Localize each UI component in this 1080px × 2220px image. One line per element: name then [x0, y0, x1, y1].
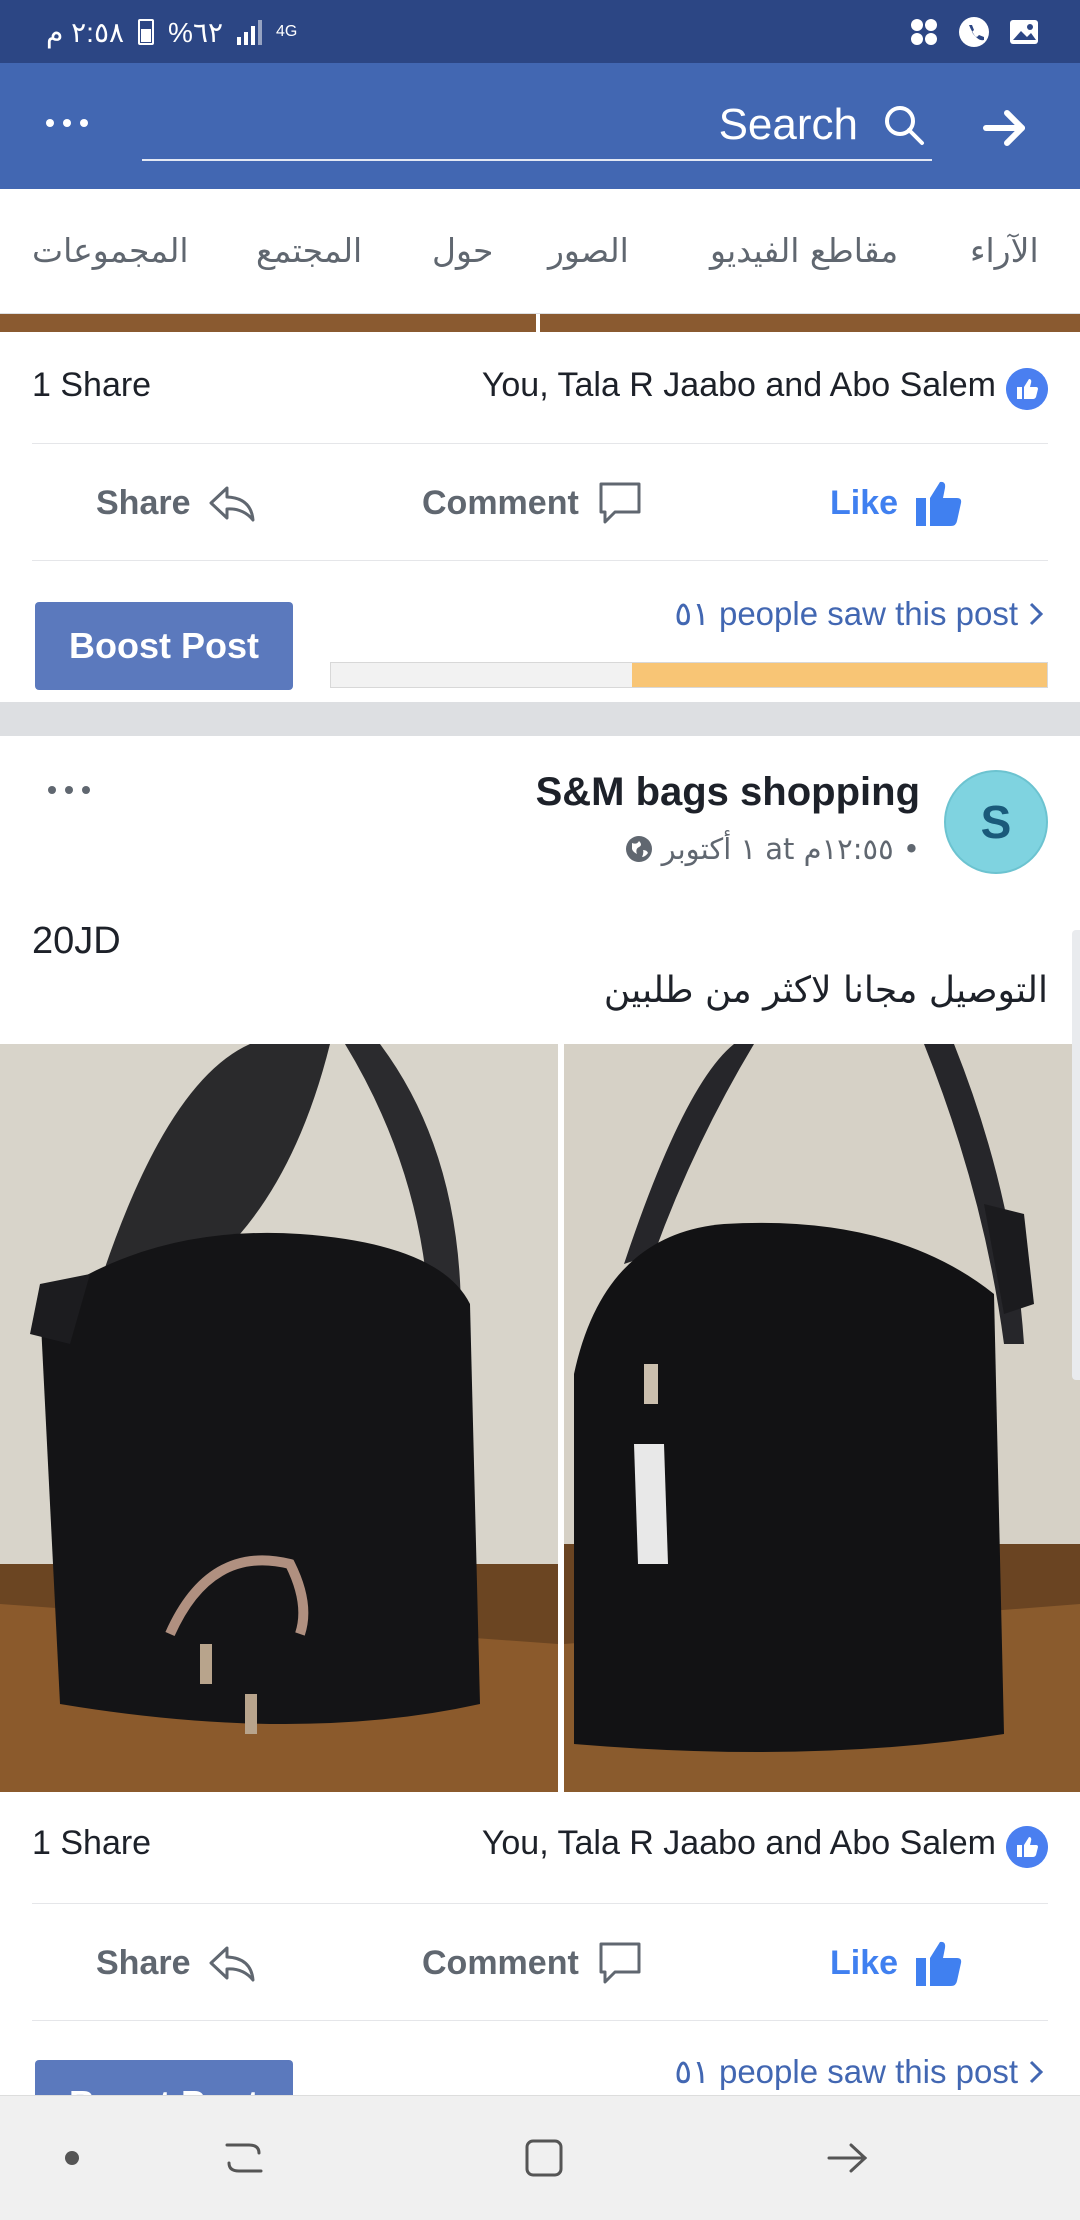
battery-icon [138, 19, 155, 45]
tab-community[interactable]: المجتمع [256, 231, 362, 270]
post-stats: 1 Share You, Tala R Jaabo and Abo Salem [0, 1790, 1080, 1900]
like-button[interactable]: Like [830, 444, 966, 562]
like-badge-icon [1006, 368, 1048, 410]
phone-icon [959, 17, 989, 47]
like-label: Like [830, 1943, 899, 1982]
arrow-right-icon[interactable] [980, 103, 1030, 153]
share-button[interactable]: Share [96, 444, 259, 562]
share-icon [209, 1946, 254, 1982]
bag-photo-front[interactable] [0, 1044, 558, 1792]
more-icon[interactable] [46, 103, 106, 143]
recent-apps-icon[interactable] [212, 2126, 276, 2190]
share-button[interactable]: Share [96, 1904, 259, 2022]
post-meta: ١ أكتوبر at ١٢:٥٥م • [624, 832, 920, 866]
likes-summary[interactable]: You, Tala R Jaabo and Abo Salem [482, 1824, 996, 1863]
status-right [908, 12, 1040, 52]
network-type: 4G [276, 23, 298, 40]
previous-post-image[interactable] [0, 314, 1080, 332]
share-label: Share [96, 483, 191, 522]
post-photos [0, 1044, 1080, 1792]
comment-label: Comment [422, 483, 579, 522]
nav-dot-icon[interactable] [40, 2126, 104, 2190]
like-button[interactable]: Like [830, 1904, 966, 2022]
post-actions: Share Comment Like [32, 443, 1048, 561]
thumbs-up-icon [916, 1941, 962, 1986]
status-bar: ٢:٥٨ م %٦٢ 4G [0, 0, 1080, 63]
app-header [0, 63, 1080, 189]
page-name[interactable]: S&M bags shopping [536, 770, 920, 815]
system-nav-bar [0, 2095, 1080, 2220]
comment-label: Comment [422, 1943, 579, 1982]
search-input[interactable] [142, 93, 862, 157]
search-box[interactable] [142, 93, 932, 161]
like-badge-icon [1006, 1826, 1048, 1868]
share-icon [209, 486, 254, 522]
likes-summary[interactable]: You, Tala R Jaabo and Abo Salem [482, 366, 996, 405]
scroll-handle[interactable] [1072, 930, 1080, 1380]
chevron-right-icon [1029, 2060, 1044, 2083]
signal-icon [237, 19, 263, 45]
comment-icon [599, 1942, 641, 1984]
post-header: S&M bags shopping ١ أكتوبر at ١٢:٥٥م • S [0, 736, 1080, 886]
post-stats: 1 Share You, Tala R Jaabo and Abo Salem [0, 332, 1080, 442]
post-timestamp[interactable]: ١ أكتوبر at ١٢:٥٥م • [662, 832, 920, 866]
reach-progress-bar [330, 662, 1048, 688]
boost-post-button[interactable]: Boost Post [35, 602, 293, 690]
tab-about[interactable]: حول [432, 231, 493, 270]
tab-reviews[interactable]: الآراء [970, 231, 1039, 270]
page-tabs: المجموعات المجتمع حول الصور مقاطع الفيدي… [0, 189, 1080, 314]
comment-icon [599, 482, 641, 524]
reach-text: ٥١ people saw this post [674, 2053, 1018, 2090]
bag-side-image [564, 1044, 1080, 1792]
post-price: 20JD [32, 920, 121, 962]
image-icon [1010, 20, 1038, 44]
tab-photos[interactable]: الصور [548, 231, 629, 270]
share-count[interactable]: 1 Share [32, 366, 151, 405]
apps-icon [911, 19, 937, 45]
comment-button[interactable]: Comment [422, 1904, 647, 2022]
share-label: Share [96, 1943, 191, 1982]
thumbs-up-icon [916, 481, 962, 526]
tab-groups[interactable]: المجموعات [32, 231, 189, 270]
post-actions: Share Comment Like [32, 1903, 1048, 2021]
boost-row: Boost Post ٥١ people saw this post [0, 2024, 1080, 2095]
bag-photo-side[interactable] [564, 1044, 1080, 1792]
share-count[interactable]: 1 Share [32, 1824, 151, 1863]
chevron-right-icon [1029, 602, 1044, 625]
back-icon[interactable] [816, 2126, 880, 2190]
clock: ٢:٥٨ م [46, 16, 125, 48]
globe-icon [625, 836, 652, 862]
boost-row: Boost Post ٥١ people saw this post [0, 566, 1080, 696]
home-icon[interactable] [512, 2126, 576, 2190]
boost-post-button[interactable]: Boost Post [35, 2060, 293, 2095]
comment-button[interactable]: Comment [422, 444, 647, 562]
avatar[interactable]: S [944, 770, 1048, 874]
post-description: التوصيل مجانا لاكثر من طلبين [603, 970, 1048, 1011]
reach-link[interactable]: ٥١ people saw this post [674, 594, 1046, 633]
post-options-icon[interactable] [48, 786, 90, 794]
reach-progress-fill [631, 663, 1047, 687]
reach-text: ٥١ people saw this post [674, 595, 1018, 632]
reach-link[interactable]: ٥١ people saw this post [674, 2052, 1046, 2091]
search-icon [885, 106, 924, 145]
battery-percent: %٦٢ [168, 16, 224, 48]
status-left: ٢:٥٨ م %٦٢ 4G [46, 12, 297, 52]
like-label: Like [830, 483, 899, 522]
tab-videos[interactable]: مقاطع الفيديو [710, 231, 898, 270]
bag-front-image [0, 1044, 558, 1792]
feed-divider [0, 702, 1080, 736]
